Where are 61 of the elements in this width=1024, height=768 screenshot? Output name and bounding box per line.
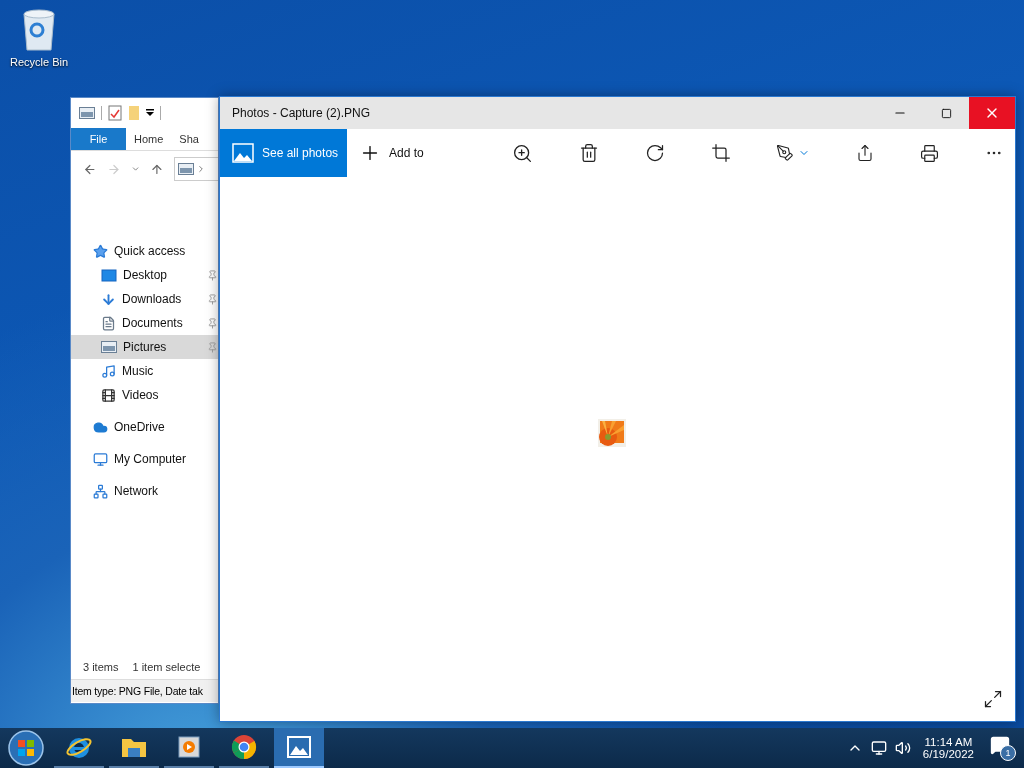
nav-item[interactable]: Videos (71, 383, 218, 407)
cloud-icon (93, 419, 108, 435)
recycle-bin-label: Recycle Bin (9, 56, 69, 68)
nav-item[interactable]: Pictures (71, 335, 218, 359)
nav-item[interactable]: Network (71, 479, 218, 503)
properties-check-icon[interactable] (108, 105, 122, 121)
ribbon-tab[interactable]: Sha (171, 128, 207, 150)
maximize-icon (940, 107, 952, 119)
dropdown-icon[interactable] (146, 109, 154, 117)
nav-item[interactable]: My Computer (71, 447, 218, 471)
details-bar: Item type: PNG File, Date tak (71, 679, 218, 702)
monitor-icon (93, 451, 108, 467)
nav-item[interactable]: Music (71, 359, 218, 383)
folder-icon (121, 736, 147, 758)
network-icon (93, 483, 108, 499)
nav-item[interactable]: Downloads (71, 287, 218, 311)
music-note-icon (101, 363, 116, 379)
chrome-icon (231, 734, 257, 760)
volume-icon[interactable] (894, 740, 911, 756)
window-title: Photos - Capture (2).PNG (231, 106, 372, 120)
document-icon (101, 315, 116, 331)
selection-count: 1 item selecte (132, 661, 201, 673)
network-icon[interactable] (870, 740, 887, 756)
taskbar-app[interactable] (274, 728, 324, 768)
image-icon[interactable] (79, 107, 95, 119)
photos-icon (287, 736, 311, 758)
nav-item[interactable]: Documents (71, 311, 218, 335)
recycle-bin-icon[interactable] (20, 8, 58, 52)
image-icon (101, 341, 117, 353)
download-arrow-icon (101, 291, 116, 307)
item-count: 3 items (83, 661, 119, 673)
nav-item[interactable]: Quick access (71, 239, 218, 263)
ribbon-tab[interactable]: File (71, 128, 126, 150)
trash-icon[interactable] (578, 143, 599, 163)
image-icon (177, 163, 194, 175)
nav-item[interactable]: Desktop (71, 263, 218, 287)
star-icon (93, 243, 108, 259)
rotate-icon[interactable] (644, 143, 665, 163)
pin-icon (207, 269, 218, 281)
film-icon (101, 387, 116, 403)
zoom-in-icon[interactable] (512, 142, 533, 164)
start-button[interactable] (6, 728, 46, 768)
notification-button[interactable]: 1 (990, 735, 1016, 761)
desktop-icon (101, 268, 117, 282)
see-all-photos-button[interactable]: See all photos (220, 129, 347, 177)
crop-icon[interactable] (710, 143, 731, 163)
photo-gallery-icon (232, 143, 254, 163)
ribbon-tab[interactable]: Home (126, 128, 172, 150)
print-icon[interactable] (920, 143, 940, 163)
pin-icon (207, 293, 218, 305)
pen-icon (776, 144, 795, 162)
address-field[interactable] (173, 157, 218, 181)
add-to-button[interactable]: Add to (347, 142, 479, 164)
media-player-icon (177, 735, 201, 759)
fullscreen-icon[interactable] (983, 689, 1003, 709)
pin-icon (207, 317, 218, 329)
nav-item[interactable]: OneDrive (71, 415, 218, 439)
share-icon[interactable] (856, 144, 875, 162)
clock[interactable]: 11:14 AM 6/19/2022 (922, 736, 974, 760)
edit-menu-button[interactable] (776, 144, 811, 162)
pin-icon (207, 341, 218, 353)
